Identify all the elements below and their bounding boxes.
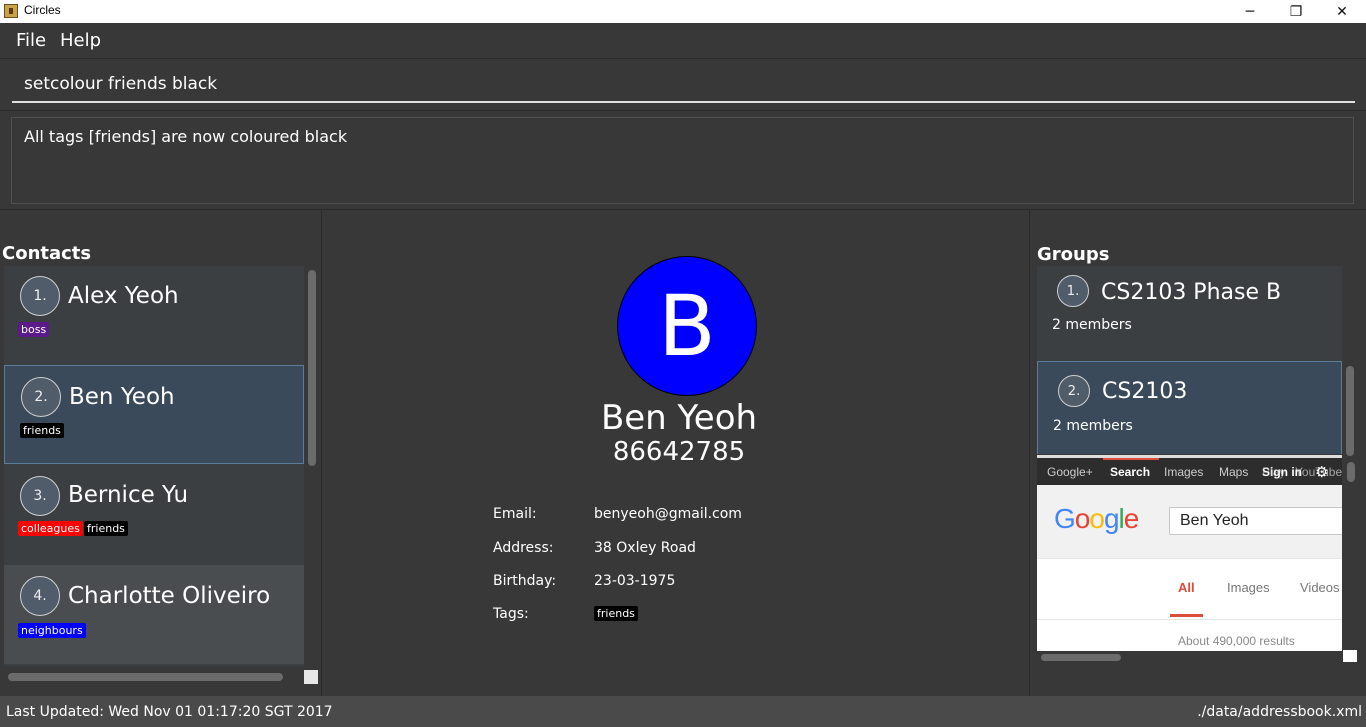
tags-label: Tags: [493, 606, 529, 622]
search-link[interactable]: Search [1110, 465, 1150, 479]
tag-label: friends [20, 423, 64, 438]
contact-name: Ben Yeoh [69, 384, 175, 410]
contact-name: Charlotte Oliveiro [68, 583, 271, 609]
gear-icon[interactable]: ⚙ [1315, 464, 1331, 480]
menu-bar: File Help [0, 23, 1366, 59]
birthday-value: 23-03-1975 [594, 573, 676, 589]
google-bar: Google+ Search Images Maps Sign in Play … [1037, 458, 1342, 485]
email-value: benyeoh@gmail.com [594, 506, 742, 522]
status-bar: Last Updated: Wed Nov 01 01:17:20 SGT 20… [0, 696, 1366, 727]
result-display: All tags [friends] are now coloured blac… [11, 117, 1354, 204]
browser-panel: Google+ Search Images Maps Sign in Play … [1037, 455, 1342, 651]
scrollbar-thumb[interactable] [308, 270, 316, 466]
group-name: CS2103 Phase B [1101, 280, 1282, 305]
google-plus-link[interactable]: Google+ [1047, 465, 1093, 479]
scrollbar-thumb[interactable] [1347, 462, 1355, 482]
scrollbar-corner [1343, 650, 1357, 662]
tab-videos[interactable]: Videos [1300, 580, 1340, 595]
group-members: 2 members [1052, 317, 1132, 333]
tag-label: boss [18, 322, 50, 337]
menu-help[interactable]: Help [60, 30, 101, 51]
group-name: CS2103 [1102, 379, 1188, 404]
birthday-label: Birthday: [493, 573, 557, 589]
address-value: 38 Oxley Road [594, 540, 696, 556]
divider [321, 210, 322, 696]
browser-vertical-scrollbar[interactable] [1344, 458, 1357, 653]
images-link[interactable]: Images [1164, 465, 1203, 479]
contact-card[interactable]: 2. Ben Yeoh friends [4, 365, 304, 464]
divider [0, 209, 1366, 210]
scrollbar-thumb[interactable] [1346, 366, 1354, 456]
maps-link[interactable]: Maps [1219, 465, 1248, 479]
contacts-vertical-scrollbar[interactable] [306, 266, 318, 666]
email-label: Email: [493, 506, 537, 522]
contact-card[interactable]: 3. Bernice Yu colleagues friends [4, 464, 304, 563]
scrollbar-thumb[interactable] [8, 673, 283, 681]
google-header: Google Ben Yeoh [1037, 485, 1342, 559]
groups-title: Groups [1037, 244, 1110, 265]
contact-list: 1. Alex Yeoh boss 2. Ben Yeoh friends 3.… [4, 266, 304, 666]
tag-label: friends [594, 606, 638, 621]
group-card[interactable]: 1. CS2103 Phase B 2 members [1037, 266, 1342, 362]
tab-underline [1170, 614, 1203, 617]
google-logo: Google [1054, 503, 1139, 534]
window-title: Circles [24, 3, 61, 17]
index-badge: 1. [20, 276, 60, 316]
last-updated: Last Updated: Wed Nov 01 01:17:20 SGT 20… [6, 704, 333, 720]
index-badge: 4. [20, 576, 60, 616]
address-label: Address: [493, 540, 554, 556]
scrollbar-thumb[interactable] [1041, 654, 1121, 661]
tab-images[interactable]: Images [1227, 580, 1270, 595]
contacts-title: Contacts [2, 243, 92, 264]
contact-card[interactable]: 1. Alex Yeoh boss [4, 266, 304, 365]
divider [1037, 619, 1342, 620]
active-indicator [1103, 458, 1159, 460]
group-members: 2 members [1053, 418, 1133, 434]
title-bar: Circles ─ ❐ ✕ [0, 0, 1366, 23]
index-badge: 1. [1057, 275, 1089, 307]
command-input[interactable] [12, 67, 1355, 103]
groups-vertical-scrollbar[interactable] [1343, 266, 1357, 466]
tag-label: neighbours [18, 623, 86, 638]
tag-label: colleagues [18, 521, 83, 536]
file-path: ./data/addressbook.xml [1197, 704, 1362, 720]
app-icon [4, 4, 18, 18]
contact-name: Alex Yeoh [68, 283, 179, 309]
tag-label: friends [84, 521, 128, 536]
contact-name: Bernice Yu [68, 482, 189, 508]
index-badge: 3. [20, 476, 60, 516]
browser-horizontal-scrollbar[interactable] [1037, 652, 1342, 664]
minimize-button[interactable]: ─ [1227, 0, 1273, 23]
contacts-horizontal-scrollbar[interactable] [4, 668, 304, 684]
index-badge: 2. [21, 377, 61, 417]
divider [1029, 210, 1030, 696]
close-button[interactable]: ✕ [1319, 0, 1365, 23]
contact-card[interactable]: 4. Charlotte Oliveiro neighbours [4, 565, 304, 664]
person-name: Ben Yeoh [600, 398, 758, 438]
play-link[interactable]: Play [1262, 465, 1285, 479]
maximize-button[interactable]: ❐ [1273, 0, 1319, 23]
group-list: 1. CS2103 Phase B 2 members 2. CS2103 2 … [1037, 266, 1342, 454]
result-text: All tags [friends] are now coloured blac… [24, 127, 348, 146]
menu-file[interactable]: File [16, 30, 46, 51]
tab-all[interactable]: All [1178, 580, 1195, 595]
avatar: B [617, 256, 757, 396]
command-box [0, 59, 1366, 111]
results-count: About 490,000 results [1178, 634, 1295, 648]
person-phone: 86642785 [612, 437, 746, 467]
index-badge: 2. [1058, 375, 1090, 407]
group-card[interactable]: 2. CS2103 2 members [1037, 361, 1342, 454]
google-search-input[interactable]: Ben Yeoh [1169, 507, 1342, 535]
scrollbar-corner [304, 670, 318, 684]
